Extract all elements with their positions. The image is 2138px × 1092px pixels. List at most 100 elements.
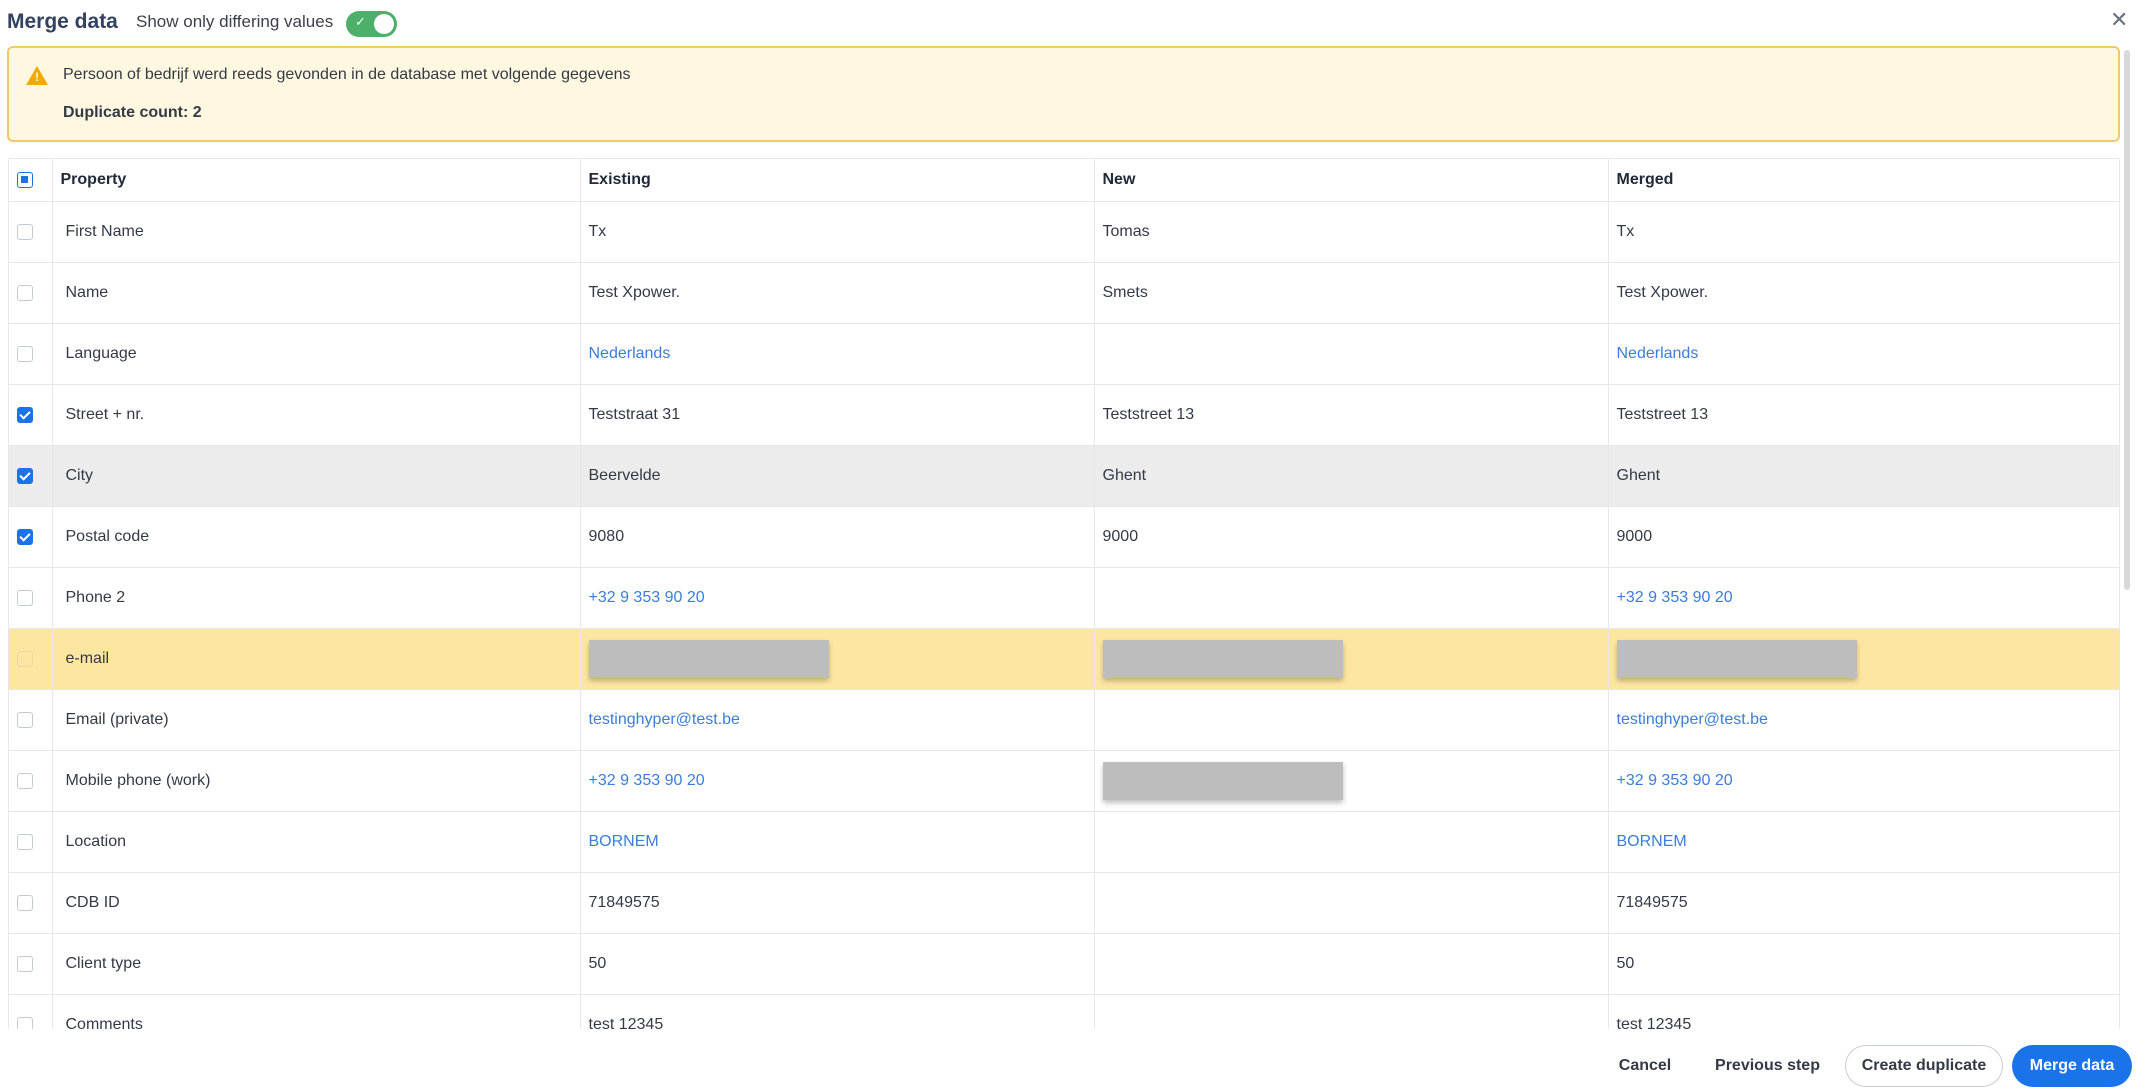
redacted-value: [588, 640, 829, 678]
existing-value-link[interactable]: +32 9 353 90 20: [589, 772, 705, 789]
merged-value-link[interactable]: +32 9 353 90 20: [1617, 589, 1733, 606]
property-label: Postal code: [52, 506, 581, 568]
dialog-footer: Cancel Previous step Create duplicate Me…: [0, 1030, 2138, 1092]
table-row: Postal code 9080 9000 9000: [9, 506, 2119, 568]
merged-value: Ghent: [1608, 445, 2119, 507]
merged-value-link[interactable]: testinghyper@test.be: [1617, 711, 1768, 728]
property-label: Mobile phone (work): [52, 750, 581, 812]
check-icon: ✓: [355, 15, 366, 30]
table-row: Phone 2 +32 9 353 90 20 +32 9 353 90 20: [9, 567, 2119, 629]
select-all-checkbox[interactable]: [17, 171, 33, 188]
existing-value: 50: [580, 933, 1095, 995]
row-checkbox[interactable]: [17, 284, 33, 301]
property-label: Street + nr.: [52, 384, 581, 446]
existing-value: test 12345: [580, 994, 1095, 1029]
table-row: Street + nr. Teststraat 31 Teststreet 13…: [9, 384, 2119, 446]
property-label: e-mail: [52, 628, 581, 690]
row-checkbox[interactable]: [17, 833, 33, 850]
row-checkbox[interactable]: [17, 711, 33, 728]
previous-step-button[interactable]: Previous step: [1705, 1045, 1830, 1087]
table-row: Mobile phone (work) +32 9 353 90 20 +32 …: [9, 750, 2119, 812]
new-value: [1094, 689, 1609, 751]
existing-value: 9080: [580, 506, 1095, 568]
dialog-header: Merge data Show only differing values ✓ …: [0, 0, 2138, 46]
new-value: [1094, 811, 1609, 873]
new-value: Teststreet 13: [1094, 384, 1609, 446]
merge-data-button[interactable]: Merge data: [2012, 1045, 2132, 1087]
new-value: Tomas: [1094, 201, 1609, 263]
row-checkbox[interactable]: [17, 528, 33, 545]
header-merged: Merged: [1608, 158, 2119, 202]
row-checkbox[interactable]: [17, 589, 33, 606]
existing-value-link[interactable]: Nederlands: [589, 345, 671, 362]
duplicate-warning: ! Persoon of bedrijf werd reeds gevonden…: [7, 46, 2120, 142]
dialog-title: Merge data: [7, 10, 118, 33]
merged-value: 71849575: [1608, 872, 2119, 934]
row-checkbox[interactable]: [17, 467, 33, 484]
cancel-button[interactable]: Cancel: [1600, 1045, 1690, 1087]
merged-value-link[interactable]: +32 9 353 90 20: [1617, 772, 1733, 789]
row-checkbox[interactable]: [17, 223, 33, 240]
create-duplicate-button[interactable]: Create duplicate: [1845, 1045, 2003, 1087]
select-all-cell: [9, 158, 53, 202]
property-label: Email (private): [52, 689, 581, 751]
merged-value-link[interactable]: BORNEM: [1617, 833, 1687, 850]
header-property: Property: [52, 158, 581, 202]
existing-value: Teststraat 31: [580, 384, 1095, 446]
new-value: 9000: [1094, 506, 1609, 568]
property-label: Phone 2: [52, 567, 581, 629]
close-icon[interactable]: ✕: [2110, 8, 2128, 33]
row-checkbox[interactable]: [17, 772, 33, 789]
table-row: Email (private) testinghyper@test.be tes…: [9, 689, 2119, 751]
property-label: City: [52, 445, 581, 507]
redacted-value: [1102, 762, 1343, 800]
existing-value: 71849575: [580, 872, 1095, 934]
row-checkbox[interactable]: [17, 406, 33, 423]
new-value: [1094, 872, 1609, 934]
redacted-value: [1616, 640, 1857, 678]
differing-values-label: Show only differing values: [136, 12, 334, 31]
merged-value: test 12345: [1608, 994, 2119, 1029]
warning-icon: !: [26, 66, 48, 85]
row-checkbox[interactable]: [17, 650, 33, 667]
merged-value: 9000: [1608, 506, 2119, 568]
new-value: [1094, 323, 1609, 385]
vertical-scrollbar[interactable]: [2124, 50, 2130, 590]
table-row: City Beervelde Ghent Ghent: [9, 445, 2119, 507]
table-row: e-mail: [9, 628, 2119, 690]
row-checkbox[interactable]: [17, 894, 33, 911]
merged-value: Teststreet 13: [1608, 384, 2119, 446]
property-label: First Name: [52, 201, 581, 263]
property-label: Name: [52, 262, 581, 324]
existing-value: Beervelde: [580, 445, 1095, 507]
existing-value-link[interactable]: testinghyper@test.be: [589, 711, 740, 728]
merged-value: Test Xpower.: [1608, 262, 2119, 324]
table-row: CDB ID 71849575 71849575: [9, 872, 2119, 934]
row-checkbox[interactable]: [17, 955, 33, 972]
differing-values-toggle[interactable]: ✓: [346, 11, 397, 37]
property-label: Comments: [52, 994, 581, 1029]
table-row: Name Test Xpower. Smets Test Xpower.: [9, 262, 2119, 324]
table-row: Location BORNEM BORNEM: [9, 811, 2119, 873]
property-label: Client type: [52, 933, 581, 995]
new-value: Smets: [1094, 262, 1609, 324]
row-checkbox[interactable]: [17, 1016, 33, 1029]
new-value: [1094, 933, 1609, 995]
property-label: Location: [52, 811, 581, 873]
existing-value-link[interactable]: +32 9 353 90 20: [589, 589, 705, 606]
merged-value: Tx: [1608, 201, 2119, 263]
toggle-knob: [374, 14, 394, 34]
table-row: Client type 50 50: [9, 933, 2119, 995]
existing-value-link[interactable]: BORNEM: [589, 833, 659, 850]
merged-value-link[interactable]: Nederlands: [1617, 345, 1699, 362]
row-checkbox[interactable]: [17, 345, 33, 362]
header-new: New: [1094, 158, 1609, 202]
warning-message: Persoon of bedrijf werd reeds gevonden i…: [63, 66, 631, 83]
table-header-row: Property Existing New Merged: [9, 158, 2119, 202]
new-value: [1094, 567, 1609, 629]
new-value: [1094, 994, 1609, 1029]
merged-value: 50: [1608, 933, 2119, 995]
new-value: Ghent: [1094, 445, 1609, 507]
redacted-value: [1102, 640, 1343, 678]
existing-value: Test Xpower.: [580, 262, 1095, 324]
